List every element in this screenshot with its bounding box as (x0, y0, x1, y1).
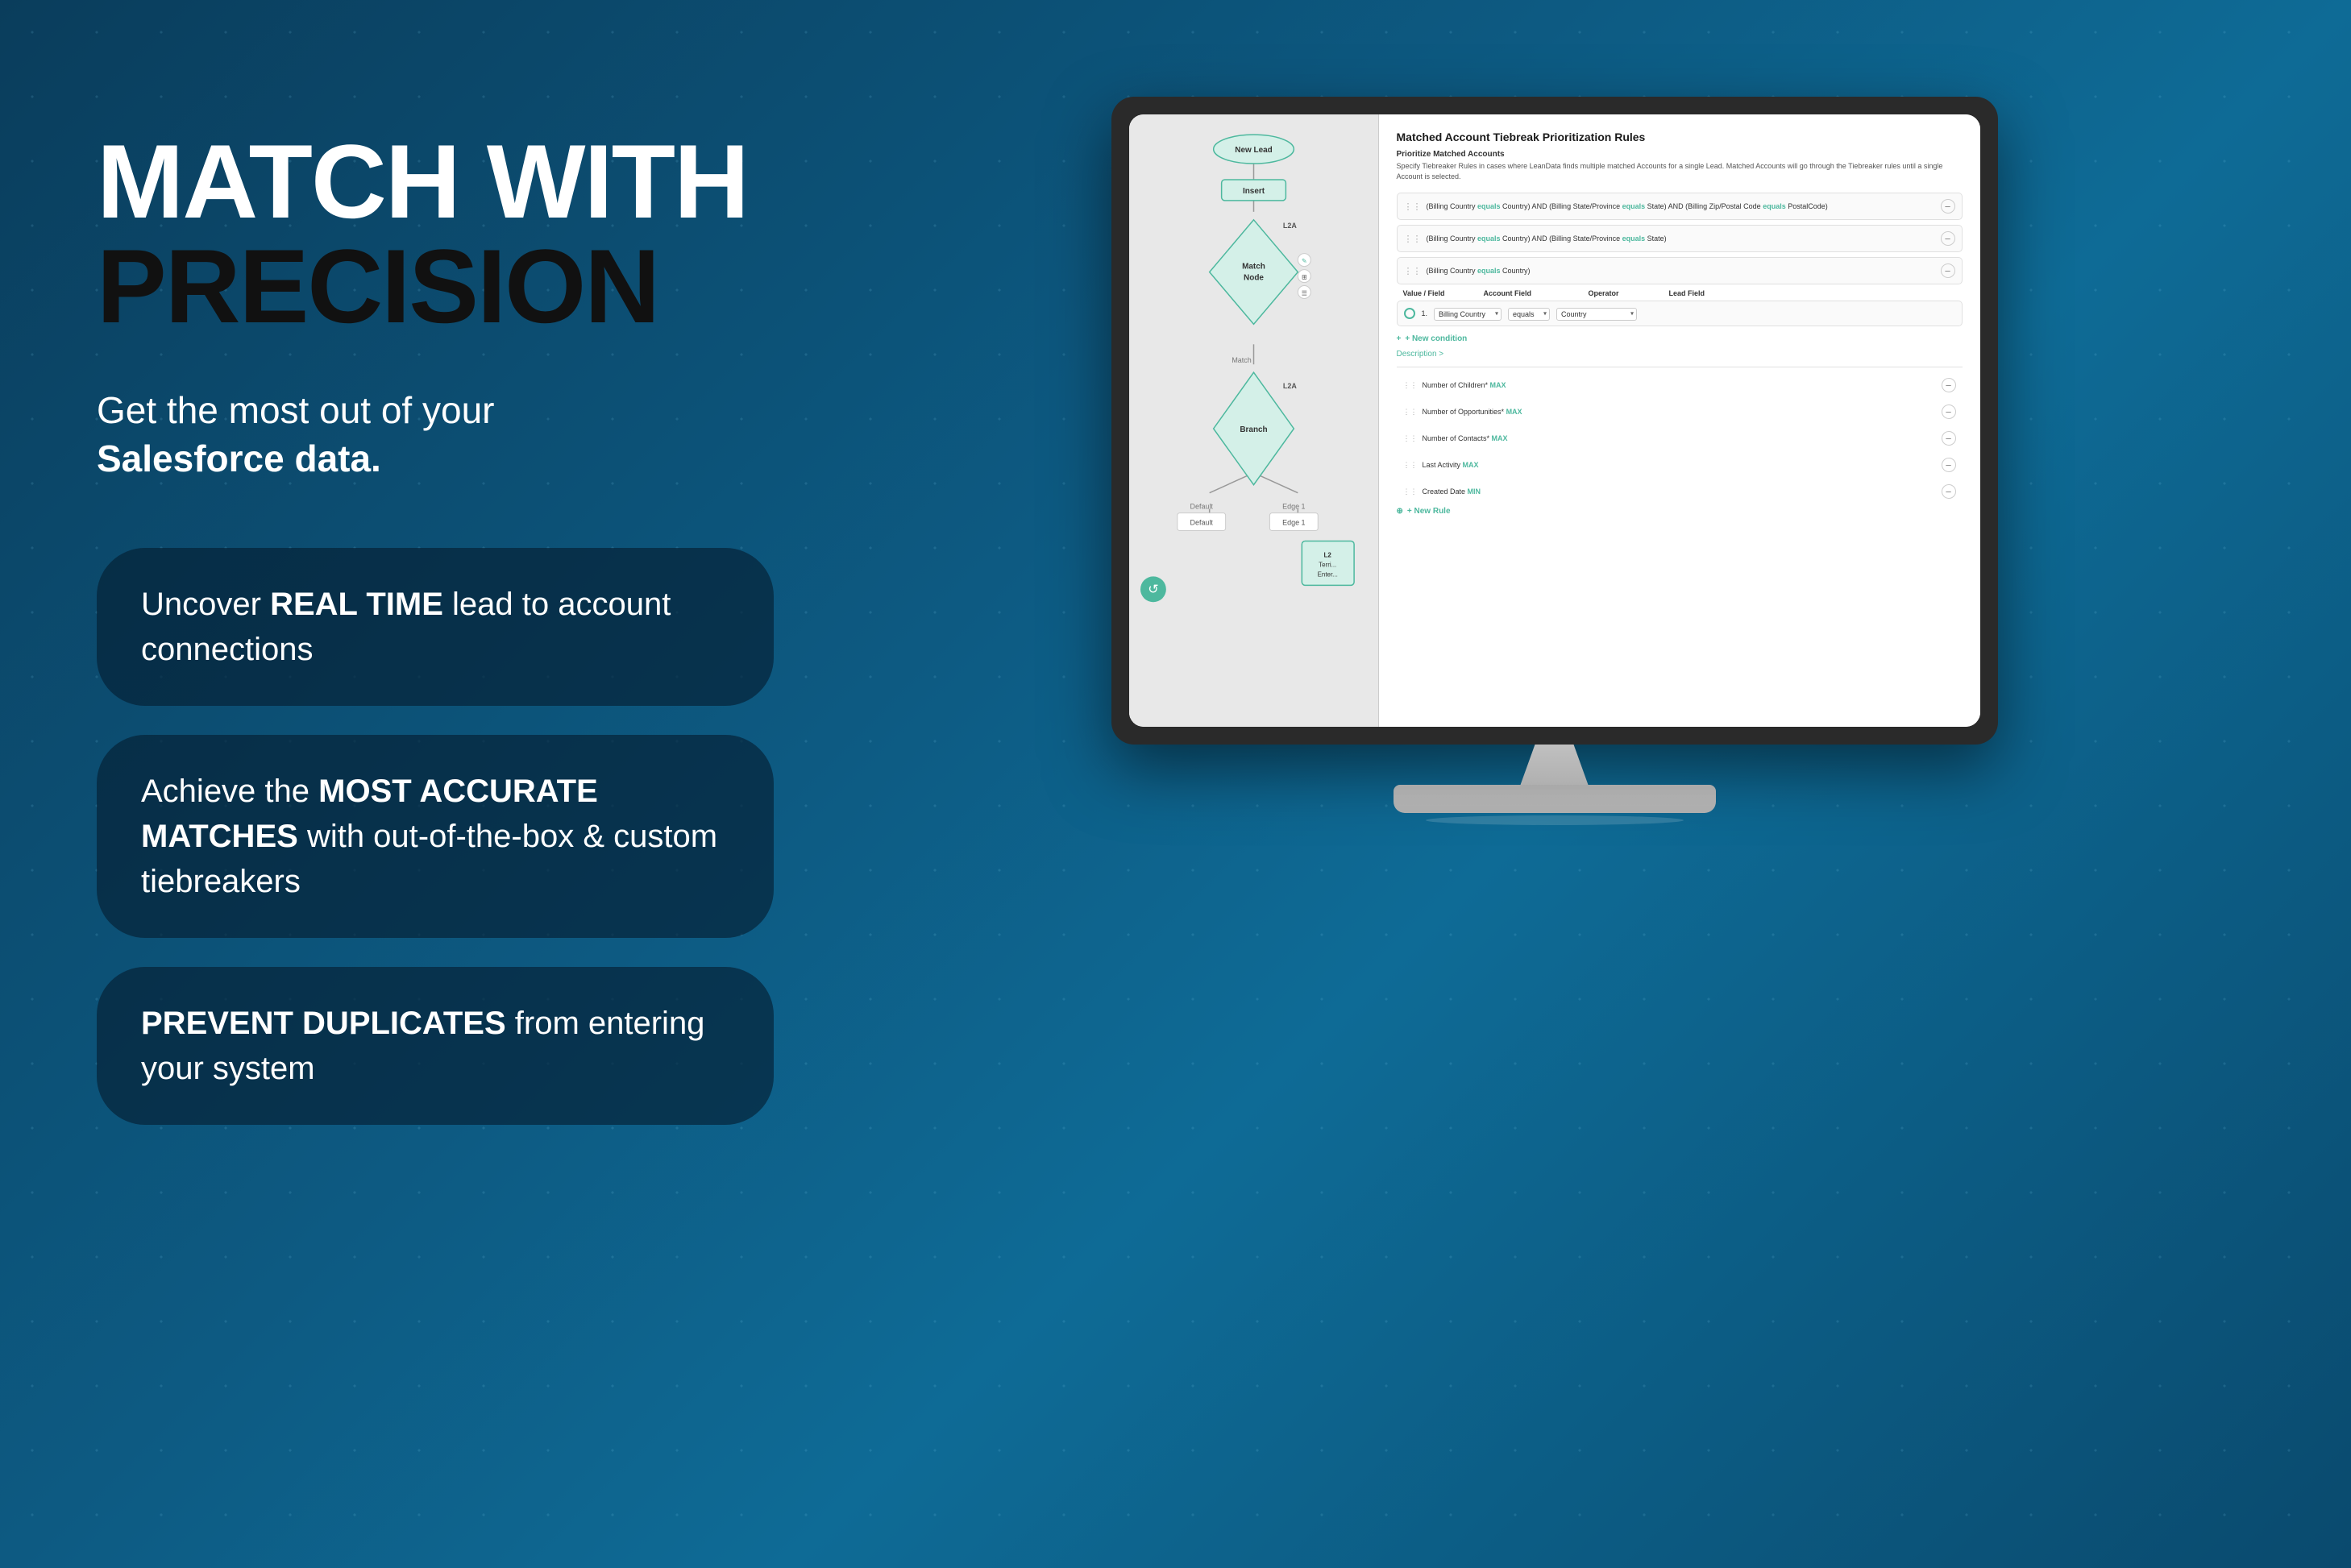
subtitle: Get the most out of yourSalesforce data. (97, 387, 822, 483)
tiebreak-name-5: Created Date MIN (1423, 487, 1942, 496)
svg-text:✎: ✎ (1301, 258, 1306, 265)
new-rule-button[interactable]: ⊕ + New Rule (1397, 507, 1963, 516)
computer-wrapper: New Lead Insert L2A Match Node (1111, 97, 1998, 825)
monitor-inner: New Lead Insert L2A Match Node (1129, 114, 1980, 727)
tiebreak-row-2: ⋮⋮ Number of Opportunities* MAX − (1397, 400, 1963, 423)
rules-panel: Matched Account Tiebreak Prioritization … (1379, 114, 1980, 727)
svg-text:⊞: ⊞ (1301, 274, 1306, 281)
new-condition-label: + New condition (1405, 334, 1467, 343)
description-link[interactable]: Description > (1397, 350, 1963, 359)
header-account-field: Account Field (1484, 289, 1572, 297)
rule-row-3: ⋮⋮ (Billing Country equals Country) − (1397, 257, 1963, 284)
headline-line1: MATCH WITH (97, 129, 822, 234)
new-rule-plus: ⊕ (1397, 507, 1403, 516)
panel-title: Matched Account Tiebreak Prioritization … (1397, 131, 1963, 143)
rule-text-3: (Billing Country equals Country) (1427, 267, 1941, 275)
operator-select-wrap: equals (1508, 306, 1550, 321)
prioritize-label: Prioritize Matched Accounts (1397, 150, 1963, 159)
drag-icon-1: ⋮⋮ (1404, 201, 1422, 212)
svg-text:Insert: Insert (1242, 187, 1265, 196)
tiebreak-name-3: Number of Contacts* MAX (1423, 434, 1942, 442)
right-panel: New Lead Insert L2A Match Node (822, 81, 2287, 825)
tiebreak-remove-3[interactable]: − (1942, 431, 1956, 446)
rule-row-1: ⋮⋮ (Billing Country equals Country) AND … (1397, 193, 1963, 220)
svg-text:Edge 1: Edge 1 (1282, 503, 1305, 511)
rule-row-2: ⋮⋮ (Billing Country equals Country) AND … (1397, 225, 1963, 252)
svg-text:L2A: L2A (1282, 222, 1296, 230)
tiebreak-row-3: ⋮⋮ Number of Contacts* MAX − (1397, 427, 1963, 450)
header-operator: Operator (1589, 289, 1653, 297)
svg-text:☰: ☰ (1301, 290, 1306, 297)
svg-text:Match: Match (1232, 356, 1251, 364)
new-rule-label: + New Rule (1407, 507, 1451, 516)
tiebreak-remove-2[interactable]: − (1942, 404, 1956, 419)
tiebreak-row-1: ⋮⋮ Number of Children* MAX − (1397, 374, 1963, 396)
tiebreak-remove-1[interactable]: − (1942, 378, 1956, 392)
svg-text:L2A: L2A (1282, 382, 1296, 390)
svg-text:Default: Default (1190, 503, 1213, 511)
header-value-field: Value / Field (1403, 289, 1468, 297)
condition-number: 1. (1422, 309, 1428, 317)
tiebreak-drag-1: ⋮⋮ (1403, 381, 1418, 390)
header-lead-field: Lead Field (1669, 289, 1956, 297)
headline-line2: PRECISION (97, 234, 822, 338)
feature-text-1: Uncover REAL TIME lead to account connec… (141, 582, 729, 672)
flow-diagram-panel: New Lead Insert L2A Match Node (1129, 114, 1379, 727)
feature-block-2: Achieve the MOST ACCURATE MATCHES with o… (97, 735, 774, 938)
svg-text:Node: Node (1244, 274, 1264, 283)
flow-svg: New Lead Insert L2A Match Node (1129, 114, 1378, 727)
tiebreak-drag-5: ⋮⋮ (1403, 487, 1418, 496)
svg-text:Default: Default (1190, 519, 1213, 527)
svg-text:↺: ↺ (1148, 583, 1158, 596)
account-field-select-wrap: Billing Country (1434, 306, 1502, 321)
tiebreak-drag-2: ⋮⋮ (1403, 408, 1418, 417)
tiebreak-remove-5[interactable]: − (1942, 484, 1956, 499)
svg-text:Enter...: Enter... (1317, 570, 1337, 578)
new-condition-button[interactable]: + + New condition (1397, 334, 1963, 343)
remove-btn-2[interactable]: − (1941, 231, 1955, 246)
left-panel: MATCH WITH PRECISION Get the most out of… (97, 81, 822, 1154)
svg-text:Match: Match (1242, 263, 1265, 272)
lead-field-select-wrap: Country (1556, 306, 1637, 321)
monitor-stand (1111, 745, 1998, 825)
operator-select[interactable]: equals (1508, 308, 1550, 321)
stand-reflection (1426, 815, 1684, 825)
tiebreak-drag-4: ⋮⋮ (1403, 461, 1418, 470)
tiebreak-row-4: ⋮⋮ Last Activity MAX − (1397, 454, 1963, 476)
stand-base (1394, 785, 1716, 813)
tiebreak-name-4: Last Activity MAX (1423, 461, 1942, 469)
tiebreak-remove-4[interactable]: − (1942, 458, 1956, 472)
screen: New Lead Insert L2A Match Node (1129, 114, 1980, 727)
svg-text:Edge 1: Edge 1 (1282, 519, 1305, 527)
main-headline: MATCH WITH PRECISION (97, 129, 822, 338)
prioritize-desc: Specify Tiebreaker Rules in cases where … (1397, 161, 1963, 181)
tiebreak-drag-3: ⋮⋮ (1403, 434, 1418, 443)
tiebreak-name-2: Number of Opportunities* MAX (1423, 408, 1942, 416)
svg-text:Terri...: Terri... (1319, 561, 1336, 568)
description-label: Description > (1397, 350, 1444, 359)
svg-text:New Lead: New Lead (1235, 146, 1272, 155)
account-field-select[interactable]: Billing Country (1434, 308, 1502, 321)
feature-block-1: Uncover REAL TIME lead to account connec… (97, 548, 774, 706)
remove-btn-1[interactable]: − (1941, 199, 1955, 214)
monitor: New Lead Insert L2A Match Node (1111, 97, 1998, 745)
new-condition-plus: + (1397, 334, 1402, 343)
condition-header: Value / Field Account Field Operator Lea… (1397, 289, 1963, 297)
drag-icon-2: ⋮⋮ (1404, 234, 1422, 244)
svg-text:Branch: Branch (1240, 425, 1267, 434)
feature-text-2: Achieve the MOST ACCURATE MATCHES with o… (141, 769, 729, 904)
svg-text:L2: L2 (1323, 551, 1331, 558)
condition-circle (1404, 308, 1415, 319)
drag-icon-3: ⋮⋮ (1404, 266, 1422, 276)
rule-text-2: (Billing Country equals Country) AND (Bi… (1427, 234, 1941, 243)
remove-btn-3[interactable]: − (1941, 263, 1955, 278)
rule-text-1: (Billing Country equals Country) AND (Bi… (1427, 202, 1941, 210)
lead-field-select[interactable]: Country (1556, 308, 1637, 321)
tiebreak-row-5: ⋮⋮ Created Date MIN − (1397, 480, 1963, 503)
tiebreak-name-1: Number of Children* MAX (1423, 381, 1942, 389)
condition-row: 1. Billing Country equals (1397, 301, 1963, 326)
feature-block-3: PREVENT DUPLICATES from entering your sy… (97, 967, 774, 1125)
feature-text-3: PREVENT DUPLICATES from entering your sy… (141, 1001, 729, 1091)
stand-neck (1506, 745, 1603, 785)
